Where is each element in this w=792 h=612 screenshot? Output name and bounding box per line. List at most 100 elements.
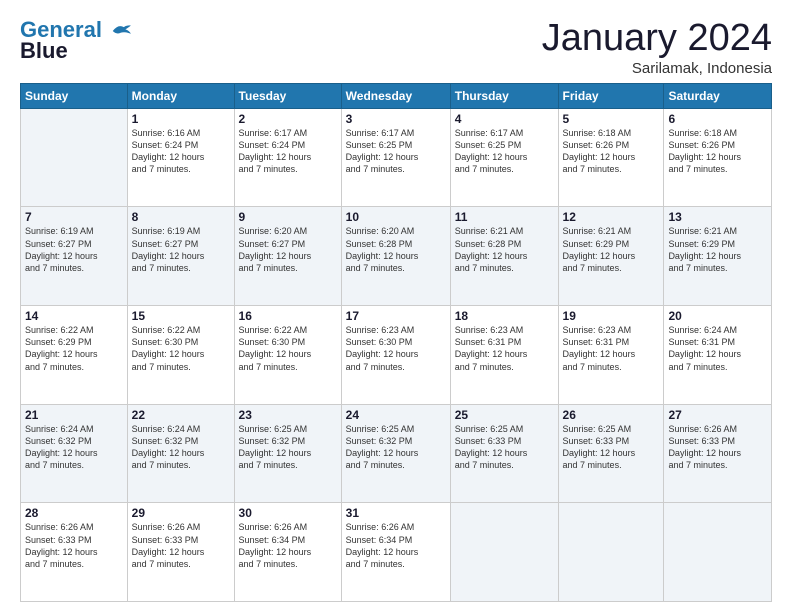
day-info: Sunrise: 6:21 AM Sunset: 6:29 PM Dayligh… (668, 225, 767, 274)
calendar-table: Sunday Monday Tuesday Wednesday Thursday… (20, 83, 772, 602)
day-info: Sunrise: 6:22 AM Sunset: 6:30 PM Dayligh… (132, 324, 230, 373)
calendar-cell (21, 108, 128, 207)
day-number: 17 (346, 309, 446, 323)
calendar-cell: 22Sunrise: 6:24 AM Sunset: 6:32 PM Dayli… (127, 404, 234, 503)
header-sunday: Sunday (21, 83, 128, 108)
calendar-cell: 13Sunrise: 6:21 AM Sunset: 6:29 PM Dayli… (664, 207, 772, 306)
calendar-cell: 23Sunrise: 6:25 AM Sunset: 6:32 PM Dayli… (234, 404, 341, 503)
day-info: Sunrise: 6:17 AM Sunset: 6:24 PM Dayligh… (239, 127, 337, 176)
day-info: Sunrise: 6:26 AM Sunset: 6:33 PM Dayligh… (25, 521, 123, 570)
day-number: 18 (455, 309, 554, 323)
day-info: Sunrise: 6:26 AM Sunset: 6:33 PM Dayligh… (668, 423, 767, 472)
calendar-cell: 11Sunrise: 6:21 AM Sunset: 6:28 PM Dayli… (450, 207, 558, 306)
day-number: 16 (239, 309, 337, 323)
day-number: 21 (25, 408, 123, 422)
day-info: Sunrise: 6:21 AM Sunset: 6:28 PM Dayligh… (455, 225, 554, 274)
day-number: 31 (346, 506, 446, 520)
day-number: 10 (346, 210, 446, 224)
calendar-cell (664, 503, 772, 602)
calendar-cell: 12Sunrise: 6:21 AM Sunset: 6:29 PM Dayli… (558, 207, 664, 306)
day-info: Sunrise: 6:25 AM Sunset: 6:32 PM Dayligh… (239, 423, 337, 472)
logo-bird-icon (110, 22, 132, 40)
day-number: 27 (668, 408, 767, 422)
calendar-cell: 10Sunrise: 6:20 AM Sunset: 6:28 PM Dayli… (341, 207, 450, 306)
weekday-header-row: Sunday Monday Tuesday Wednesday Thursday… (21, 83, 772, 108)
header-monday: Monday (127, 83, 234, 108)
day-number: 6 (668, 112, 767, 126)
day-info: Sunrise: 6:20 AM Sunset: 6:27 PM Dayligh… (239, 225, 337, 274)
day-number: 11 (455, 210, 554, 224)
day-info: Sunrise: 6:26 AM Sunset: 6:33 PM Dayligh… (132, 521, 230, 570)
day-info: Sunrise: 6:25 AM Sunset: 6:33 PM Dayligh… (455, 423, 554, 472)
calendar-week-row: 21Sunrise: 6:24 AM Sunset: 6:32 PM Dayli… (21, 404, 772, 503)
calendar-cell: 16Sunrise: 6:22 AM Sunset: 6:30 PM Dayli… (234, 306, 341, 405)
day-info: Sunrise: 6:24 AM Sunset: 6:32 PM Dayligh… (132, 423, 230, 472)
day-number: 15 (132, 309, 230, 323)
day-info: Sunrise: 6:24 AM Sunset: 6:32 PM Dayligh… (25, 423, 123, 472)
calendar-cell: 5Sunrise: 6:18 AM Sunset: 6:26 PM Daylig… (558, 108, 664, 207)
logo: General Blue (20, 18, 132, 64)
header-saturday: Saturday (664, 83, 772, 108)
month-title: January 2024 (542, 18, 772, 60)
calendar-cell: 26Sunrise: 6:25 AM Sunset: 6:33 PM Dayli… (558, 404, 664, 503)
day-info: Sunrise: 6:23 AM Sunset: 6:31 PM Dayligh… (563, 324, 660, 373)
day-number: 24 (346, 408, 446, 422)
day-number: 22 (132, 408, 230, 422)
day-number: 28 (25, 506, 123, 520)
day-number: 20 (668, 309, 767, 323)
day-number: 23 (239, 408, 337, 422)
day-number: 9 (239, 210, 337, 224)
day-number: 13 (668, 210, 767, 224)
calendar-page: General Blue January 2024 Sarilamak, Ind… (0, 0, 792, 612)
calendar-cell: 6Sunrise: 6:18 AM Sunset: 6:26 PM Daylig… (664, 108, 772, 207)
day-info: Sunrise: 6:18 AM Sunset: 6:26 PM Dayligh… (563, 127, 660, 176)
header-wednesday: Wednesday (341, 83, 450, 108)
calendar-cell: 20Sunrise: 6:24 AM Sunset: 6:31 PM Dayli… (664, 306, 772, 405)
day-info: Sunrise: 6:26 AM Sunset: 6:34 PM Dayligh… (239, 521, 337, 570)
title-block: January 2024 Sarilamak, Indonesia (542, 18, 772, 77)
day-number: 19 (563, 309, 660, 323)
day-info: Sunrise: 6:20 AM Sunset: 6:28 PM Dayligh… (346, 225, 446, 274)
calendar-cell: 4Sunrise: 6:17 AM Sunset: 6:25 PM Daylig… (450, 108, 558, 207)
calendar-cell: 14Sunrise: 6:22 AM Sunset: 6:29 PM Dayli… (21, 306, 128, 405)
calendar-cell: 29Sunrise: 6:26 AM Sunset: 6:33 PM Dayli… (127, 503, 234, 602)
day-info: Sunrise: 6:24 AM Sunset: 6:31 PM Dayligh… (668, 324, 767, 373)
day-number: 2 (239, 112, 337, 126)
day-number: 29 (132, 506, 230, 520)
day-info: Sunrise: 6:23 AM Sunset: 6:30 PM Dayligh… (346, 324, 446, 373)
calendar-cell: 17Sunrise: 6:23 AM Sunset: 6:30 PM Dayli… (341, 306, 450, 405)
calendar-cell: 1Sunrise: 6:16 AM Sunset: 6:24 PM Daylig… (127, 108, 234, 207)
day-info: Sunrise: 6:25 AM Sunset: 6:32 PM Dayligh… (346, 423, 446, 472)
day-info: Sunrise: 6:25 AM Sunset: 6:33 PM Dayligh… (563, 423, 660, 472)
calendar-cell: 9Sunrise: 6:20 AM Sunset: 6:27 PM Daylig… (234, 207, 341, 306)
calendar-cell: 21Sunrise: 6:24 AM Sunset: 6:32 PM Dayli… (21, 404, 128, 503)
day-info: Sunrise: 6:17 AM Sunset: 6:25 PM Dayligh… (455, 127, 554, 176)
calendar-cell: 28Sunrise: 6:26 AM Sunset: 6:33 PM Dayli… (21, 503, 128, 602)
day-info: Sunrise: 6:26 AM Sunset: 6:34 PM Dayligh… (346, 521, 446, 570)
calendar-cell: 2Sunrise: 6:17 AM Sunset: 6:24 PM Daylig… (234, 108, 341, 207)
day-number: 5 (563, 112, 660, 126)
day-info: Sunrise: 6:17 AM Sunset: 6:25 PM Dayligh… (346, 127, 446, 176)
day-info: Sunrise: 6:19 AM Sunset: 6:27 PM Dayligh… (132, 225, 230, 274)
calendar-week-row: 1Sunrise: 6:16 AM Sunset: 6:24 PM Daylig… (21, 108, 772, 207)
calendar-week-row: 7Sunrise: 6:19 AM Sunset: 6:27 PM Daylig… (21, 207, 772, 306)
calendar-week-row: 28Sunrise: 6:26 AM Sunset: 6:33 PM Dayli… (21, 503, 772, 602)
header-tuesday: Tuesday (234, 83, 341, 108)
day-info: Sunrise: 6:19 AM Sunset: 6:27 PM Dayligh… (25, 225, 123, 274)
calendar-cell: 31Sunrise: 6:26 AM Sunset: 6:34 PM Dayli… (341, 503, 450, 602)
day-info: Sunrise: 6:23 AM Sunset: 6:31 PM Dayligh… (455, 324, 554, 373)
header: General Blue January 2024 Sarilamak, Ind… (20, 18, 772, 77)
calendar-cell: 25Sunrise: 6:25 AM Sunset: 6:33 PM Dayli… (450, 404, 558, 503)
day-info: Sunrise: 6:18 AM Sunset: 6:26 PM Dayligh… (668, 127, 767, 176)
logo-blue: Blue (20, 38, 68, 64)
day-info: Sunrise: 6:21 AM Sunset: 6:29 PM Dayligh… (563, 225, 660, 274)
day-number: 8 (132, 210, 230, 224)
day-number: 30 (239, 506, 337, 520)
day-number: 25 (455, 408, 554, 422)
calendar-cell (450, 503, 558, 602)
day-number: 7 (25, 210, 123, 224)
day-number: 4 (455, 112, 554, 126)
calendar-cell: 19Sunrise: 6:23 AM Sunset: 6:31 PM Dayli… (558, 306, 664, 405)
day-info: Sunrise: 6:22 AM Sunset: 6:30 PM Dayligh… (239, 324, 337, 373)
day-info: Sunrise: 6:22 AM Sunset: 6:29 PM Dayligh… (25, 324, 123, 373)
